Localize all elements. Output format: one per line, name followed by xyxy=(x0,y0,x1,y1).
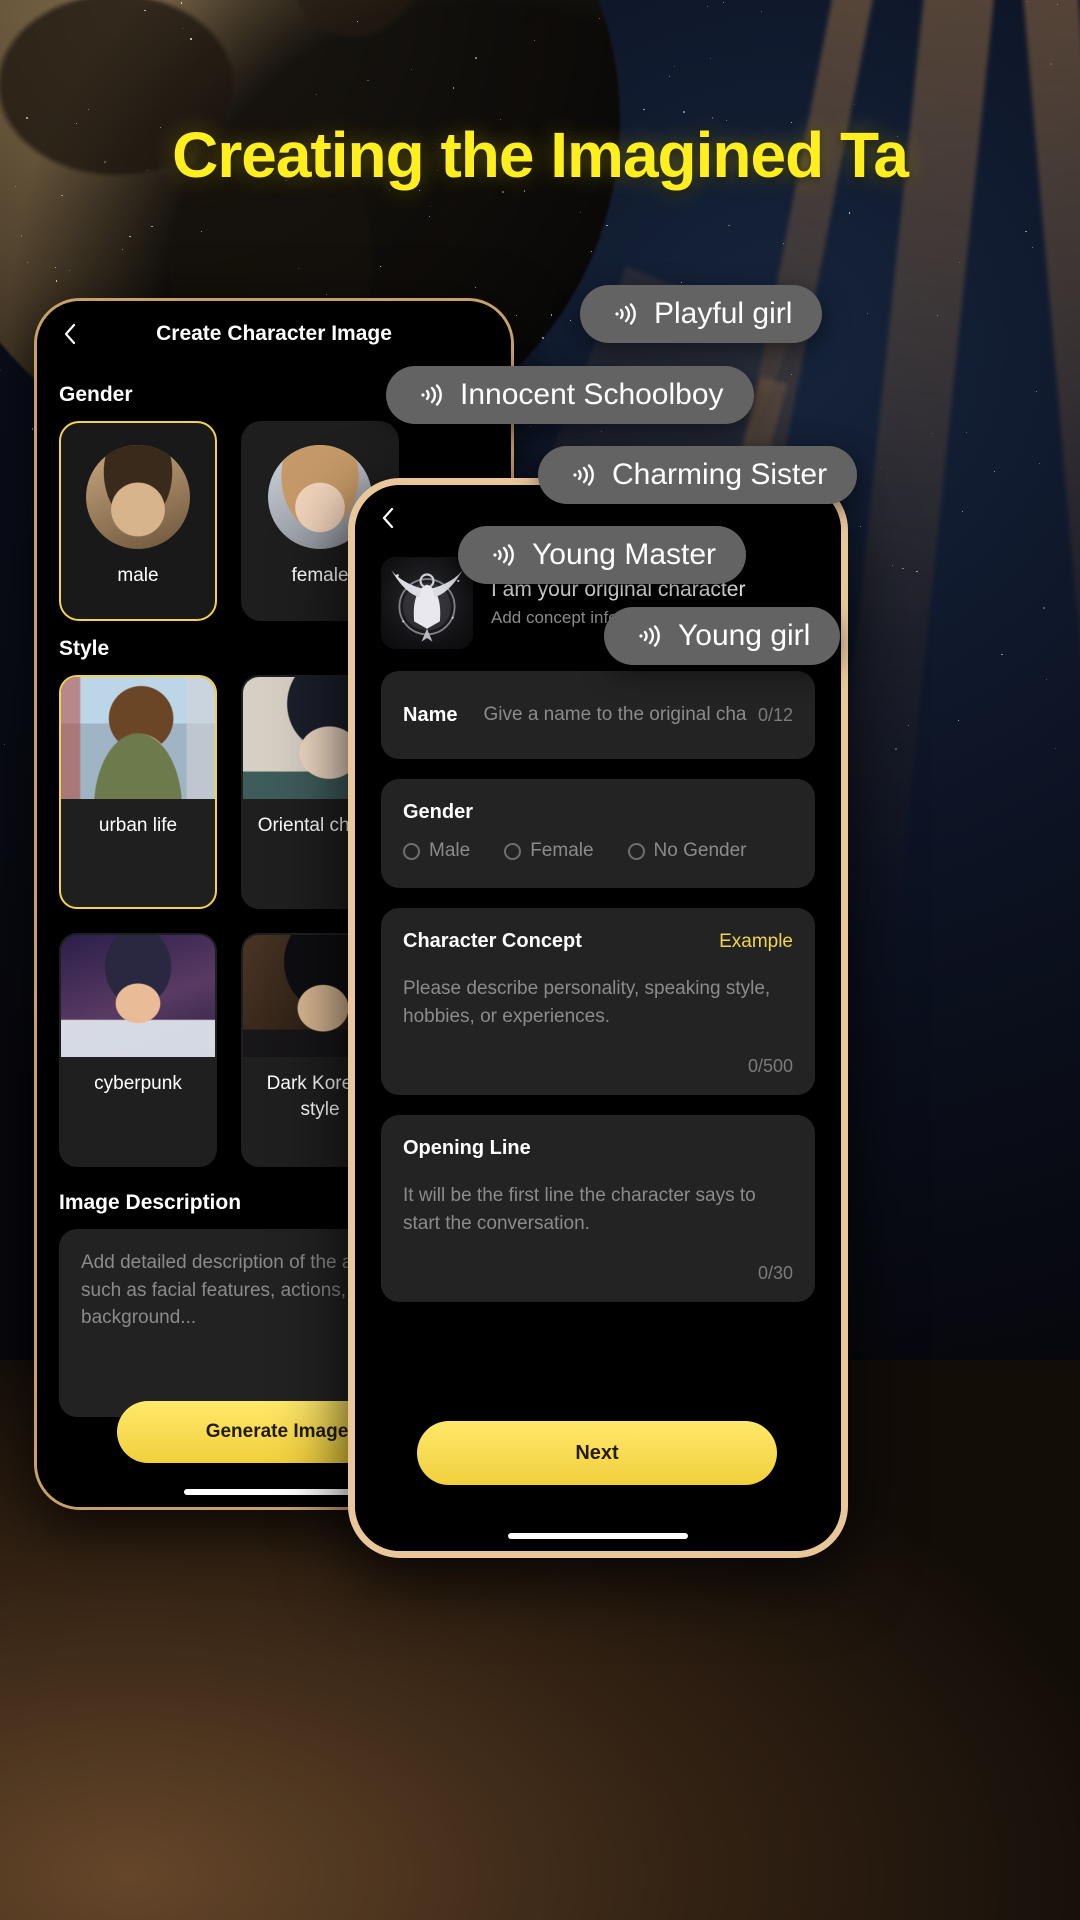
gender-radio-label: Male xyxy=(429,840,471,861)
voice-pill-young-girl[interactable]: Young girl xyxy=(604,607,841,665)
voice-pill-innocent-schoolboy[interactable]: Innocent Schoolboy xyxy=(386,366,754,424)
style-option-label: urban life xyxy=(98,815,178,836)
name-counter: 0/12 xyxy=(757,704,793,725)
radio-dot-icon xyxy=(627,842,645,860)
opening-line-counter: 0/30 xyxy=(757,1263,793,1284)
voice-pill-label: Playful girl xyxy=(654,297,793,330)
voice-pill-young-master[interactable]: Young Master xyxy=(458,526,747,584)
left-nav-bar: Create Character Image xyxy=(37,301,511,367)
gender-option-label: male xyxy=(117,565,159,586)
promo-screenshot: Creating the Imagined Ta Create Characte… xyxy=(0,0,1080,1920)
voice-pill-label: Charming Sister xyxy=(612,458,828,491)
character-concept-counter: 0/500 xyxy=(747,1056,793,1077)
gender-radio-female[interactable]: Female xyxy=(504,840,594,862)
voice-pill-label: Young girl xyxy=(678,619,811,652)
voice-pill-label: Young Master xyxy=(532,538,717,571)
sound-wave-icon xyxy=(568,460,598,490)
sound-wave-icon xyxy=(610,299,640,329)
character-concept-label: Character Concept xyxy=(403,930,582,952)
gender-option-label: female xyxy=(291,565,349,586)
style-option-urban-life[interactable]: urban life xyxy=(59,675,217,909)
voice-pill-charming-sister[interactable]: Charming Sister xyxy=(538,446,858,504)
chevron-left-icon[interactable] xyxy=(375,505,401,531)
page-title: Creating the Imagined Ta xyxy=(172,119,909,191)
gender-option-male[interactable]: male xyxy=(59,421,217,621)
style-thumbnail xyxy=(61,935,215,1057)
style-option-cyberpunk[interactable]: cyberpunk xyxy=(59,933,217,1167)
gender-radio-label: No Gender xyxy=(653,840,747,861)
style-option-label: cyberpunk xyxy=(94,1073,182,1094)
name-input[interactable]: Give a name to the original cha xyxy=(483,704,749,726)
voice-pill-playful-girl[interactable]: Playful girl xyxy=(580,285,823,343)
gender-label: Gender xyxy=(403,801,474,823)
next-button[interactable]: Next xyxy=(417,1421,777,1485)
gender-radio-no-gender[interactable]: No Gender xyxy=(627,840,747,862)
home-indicator xyxy=(508,1533,688,1539)
opening-line-field[interactable]: Opening Line It will be the first line t… xyxy=(381,1115,815,1303)
sound-wave-icon xyxy=(488,540,518,570)
character-concept-input[interactable]: Please describe personality, speaking st… xyxy=(403,975,793,1030)
sound-wave-icon xyxy=(416,380,446,410)
style-thumbnail xyxy=(61,677,215,799)
avatar xyxy=(86,445,190,549)
name-label: Name xyxy=(403,703,458,726)
opening-line-label: Opening Line xyxy=(403,1137,531,1160)
left-nav-title: Create Character Image xyxy=(156,322,392,345)
character-concept-field[interactable]: Character Concept Example Please describ… xyxy=(381,908,815,1096)
concept-example-link[interactable]: Example xyxy=(719,931,793,953)
sound-wave-icon xyxy=(634,621,664,651)
winged-character-emblem-icon xyxy=(381,557,473,649)
voice-pill-label: Innocent Schoolboy xyxy=(460,378,724,411)
gender-radio-group: Male Female No Gender xyxy=(403,840,793,862)
opening-line-input[interactable]: It will be the first line the character … xyxy=(403,1182,793,1237)
gender-field: Gender Male Female No Gender xyxy=(381,779,815,888)
radio-dot-icon xyxy=(504,842,522,860)
gender-radio-label: Female xyxy=(530,840,594,861)
home-indicator xyxy=(184,1489,364,1495)
radio-dot-icon xyxy=(403,842,420,860)
chevron-left-icon[interactable] xyxy=(57,321,83,347)
gender-radio-male[interactable]: Male xyxy=(403,840,470,862)
name-field[interactable]: Name Give a name to the original cha 0/1… xyxy=(381,671,815,759)
